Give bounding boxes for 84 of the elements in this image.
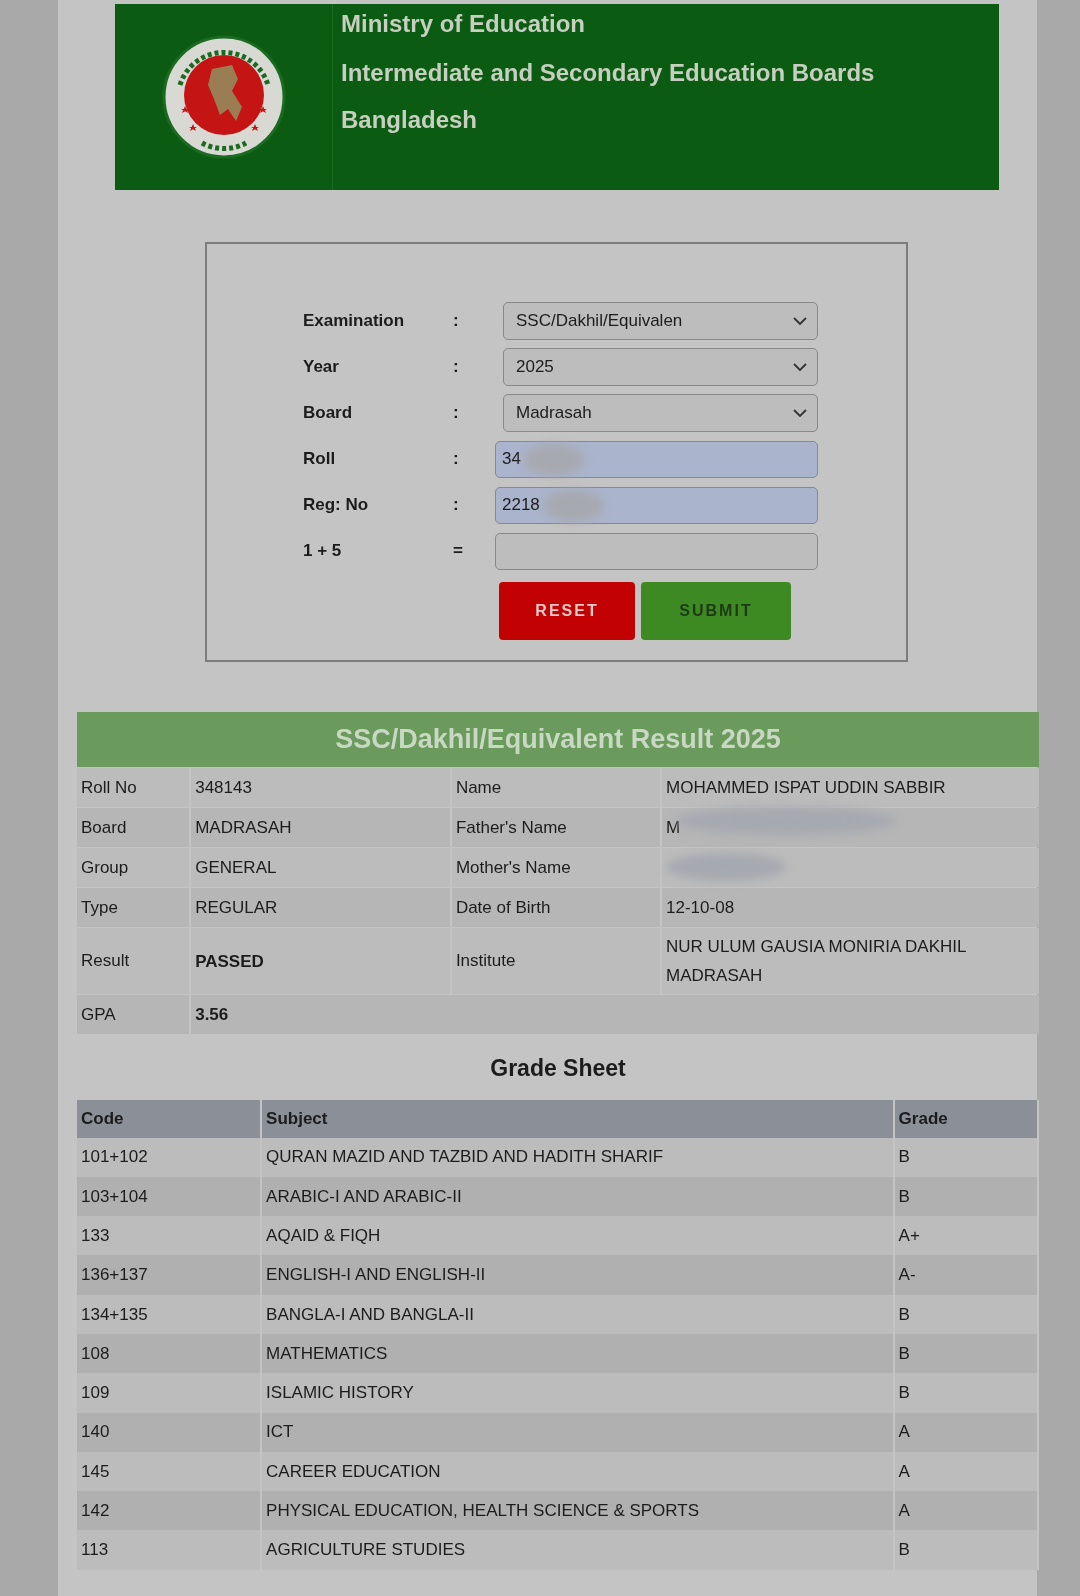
info-value: GENERAL [191, 848, 450, 887]
table-cell: 133 [77, 1216, 263, 1256]
board-title: Intermediate and Secondary Education Boards [341, 58, 875, 88]
table-cell: B [894, 1294, 1039, 1334]
info-label: Board [77, 808, 190, 847]
table-cell: QURAN MAZID AND TAZBID AND HADITH SHARIF [262, 1137, 895, 1177]
board-title: Bangladesh [341, 105, 479, 135]
info-value: M [662, 808, 1039, 847]
table-cell: A+ [894, 1216, 1039, 1256]
chevron-down-icon [793, 362, 807, 372]
info-value: 3.56 [191, 995, 1039, 1034]
info-value: REGULAR [191, 888, 450, 927]
separator: : [453, 448, 460, 471]
table-cell: 134+135 [77, 1294, 263, 1334]
info-label: Result [77, 928, 190, 994]
info-value: NUR ULUM GAUSIA MONIRIA DAKHIL MADRASAH [662, 928, 1039, 994]
separator: : [453, 356, 460, 379]
info-label: Name [451, 768, 661, 807]
info-value: PASSED [191, 928, 450, 994]
table-cell: CAREER EDUCATION [262, 1451, 895, 1492]
table-cell: A- [894, 1255, 1039, 1295]
table-cell: A [894, 1451, 1039, 1492]
info-value: MADRASAH [191, 808, 450, 847]
separator: : [453, 494, 460, 517]
info-label: Father's Name [451, 808, 661, 847]
field-label: 1 + 5 [303, 540, 343, 563]
field-label: Roll [303, 448, 337, 471]
input-field[interactable]: 34 [495, 440, 818, 478]
field-label: Board [303, 402, 354, 425]
table-cell: 142 [77, 1491, 263, 1531]
info-label: Mother's Name [451, 848, 661, 887]
field-label: Year [303, 356, 340, 379]
table-cell: B [894, 1334, 1039, 1374]
table-cell: PHYSICAL EDUCATION, HEALTH SCIENCE & SPORTS [262, 1491, 895, 1531]
info-label: Date of Birth [451, 888, 661, 927]
table-cell: MATHEMATICS [262, 1334, 895, 1374]
info-label: Type [77, 888, 190, 927]
info-value: 348143 [191, 768, 450, 807]
info-value: 12-10-08 [662, 888, 1039, 927]
column-header: Grade [894, 1099, 1039, 1138]
column-header: Subject [262, 1099, 895, 1138]
table-cell: A [894, 1491, 1039, 1531]
separator: = [453, 540, 464, 563]
info-label: Roll No [77, 768, 190, 807]
table-cell: ENGLISH-I AND ENGLISH-II [262, 1255, 895, 1295]
ministry-title: Ministry of Education [341, 10, 586, 39]
table-cell: B [894, 1373, 1039, 1413]
info-label: Institute [451, 928, 661, 994]
info-label: GPA [77, 995, 190, 1034]
table-cell: 145 [77, 1451, 263, 1492]
reset-button[interactable]: RESET [499, 582, 635, 640]
chevron-down-icon [793, 316, 807, 326]
select-field[interactable]: 2025 [503, 348, 818, 386]
table-cell: 103+104 [77, 1176, 263, 1217]
table-cell: B [894, 1137, 1039, 1177]
table-cell: 101+102 [77, 1137, 263, 1177]
chevron-down-icon [793, 408, 807, 418]
field-label: Examination [303, 310, 406, 333]
select-field[interactable]: Madrasah [503, 394, 818, 432]
table-cell: B [894, 1530, 1039, 1570]
table-cell: BANGLA-I AND BANGLA-II [262, 1294, 895, 1334]
field-label: Reg: No [303, 494, 370, 517]
table-cell: 140 [77, 1412, 263, 1452]
separator: : [453, 402, 460, 425]
separator: : [453, 310, 460, 333]
table-cell: A [894, 1412, 1039, 1452]
info-label: Group [77, 848, 190, 887]
table-cell: AQAID & FIQH [262, 1216, 895, 1256]
table-cell: 109 [77, 1373, 263, 1413]
table-cell: ARABIC-I AND ARABIC-II [262, 1176, 895, 1217]
select-field[interactable]: SSC/Dakhil/Equivalen [503, 302, 818, 340]
info-value: MOHAMMED ISPAT UDDIN SABBIR [662, 768, 1039, 807]
table-cell: 136+137 [77, 1255, 263, 1295]
result-title: SSC/Dakhil/Equivalent Result 2025 [77, 712, 1039, 767]
table-cell: ICT [262, 1412, 895, 1452]
table-cell: B [894, 1176, 1039, 1217]
column-header: Code [77, 1099, 263, 1138]
grade-sheet-title: Grade Sheet [489, 1054, 627, 1083]
table-cell: ISLAMIC HISTORY [262, 1373, 895, 1413]
input-field[interactable]: 2218 [495, 486, 818, 524]
table-cell: 108 [77, 1334, 263, 1374]
input-field[interactable] [495, 532, 818, 570]
table-cell: 113 [77, 1530, 263, 1570]
table-cell: AGRICULTURE STUDIES [262, 1530, 895, 1570]
